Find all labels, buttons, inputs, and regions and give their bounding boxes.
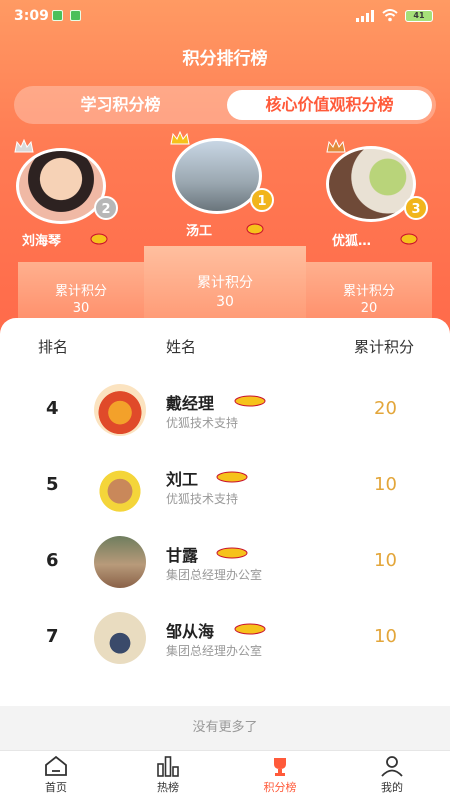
podium-score: 20 [360,301,378,316]
avatar [94,384,146,436]
row-score: 10 [374,626,397,647]
home-icon [45,755,67,776]
no-more-text: 没有更多了 [0,706,450,750]
tab-core-values-points[interactable]: 核心价值观积分榜 [227,90,432,120]
podium-score: 30 [216,294,234,310]
ranking-list: 排名 姓名 累计积分 4 戴经理 优狐技术支持 20 5 刘工 优狐技术支持 1… [0,318,450,706]
row-name: 戴经理 [166,394,215,413]
top-user-name: 刘海琴 [22,234,62,249]
row-rank: 5 [46,474,59,495]
avatar [94,536,146,588]
page-title: 积分排行榜 [182,49,268,69]
top-user-name: 优狐… [332,234,372,249]
avatar[interactable] [326,146,416,222]
podium-label: 累计积分 [54,284,107,299]
row-department: 优狐技术支持 [166,416,239,430]
podium-second: 累计积分 30 [18,262,144,322]
table-row[interactable]: 5 刘工 优狐技术支持 10 [0,450,450,526]
user-icon [381,756,403,777]
signal-icon [356,10,374,22]
leaderboard-tabs: 学习积分榜 核心价值观积分榜 [14,86,436,124]
notification-app-icon [70,10,81,21]
nav-label: 热榜 [157,781,179,794]
podium-third: 累计积分 20 [306,262,432,322]
rank-badge: 3 [404,196,428,220]
status-bar: 3:09 41 [0,0,450,30]
rank-badge: 1 [250,188,274,212]
table-row[interactable]: 7 邹从海 集团总经理办公室 10 [0,602,450,678]
crown-icon [14,138,34,153]
medal-icon [90,233,108,245]
podium-label: 累计积分 [342,284,395,299]
nav-label: 积分榜 [263,781,297,794]
column-header-points: 累计积分 [354,338,415,356]
nav-home[interactable]: 首页 [26,755,86,795]
avatar [94,460,146,512]
top-user-name: 汤工 [186,224,213,239]
status-time: 3:09 [14,8,49,24]
tab-study-points[interactable]: 学习积分榜 [18,90,223,120]
table-row[interactable]: 4 戴经理 优狐技术支持 20 [0,374,450,450]
avatar[interactable] [16,148,106,224]
crown-icon [170,130,190,145]
medal-icon [234,623,266,635]
row-department: 优狐技术支持 [166,492,239,506]
column-header-name: 姓名 [166,338,197,356]
rank-badge: 2 [94,196,118,220]
bottom-nav: 首页 热榜 积分榜 我的 [0,750,450,800]
crown-icon [326,138,346,153]
nav-points[interactable]: 积分榜 [250,755,310,795]
avatar [94,612,146,664]
row-name: 刘工 [166,470,199,489]
trophy-icon [274,758,286,776]
medal-icon [234,395,266,407]
bar-chart-icon [157,756,179,777]
row-rank: 6 [46,550,59,571]
nav-label: 首页 [45,781,67,794]
row-score: 20 [374,398,397,419]
row-name: 邹从海 [166,622,215,641]
row-name: 甘露 [166,546,199,565]
nav-label: 我的 [381,781,403,794]
podium-first: 累计积分 30 [144,246,306,322]
avatar[interactable] [172,138,262,214]
row-score: 10 [374,474,397,495]
podium-score: 30 [72,301,90,316]
podium-label: 累计积分 [197,275,253,291]
medal-icon [216,471,248,483]
nav-hot[interactable]: 热榜 [138,755,198,795]
battery-icon: 41 [405,10,433,22]
row-rank: 7 [46,626,59,647]
table-row[interactable]: 6 甘露 集团总经理办公室 10 [0,526,450,602]
row-rank: 4 [46,398,59,419]
medal-icon [400,233,418,245]
row-department: 集团总经理办公室 [166,644,263,658]
medal-icon [216,547,248,559]
row-score: 10 [374,550,397,571]
column-header-rank: 排名 [38,338,69,356]
notification-app-icon [52,10,63,21]
row-department: 集团总经理办公室 [166,568,263,582]
wifi-icon [382,9,398,22]
medal-icon [246,223,264,235]
nav-mine[interactable]: 我的 [362,755,422,795]
